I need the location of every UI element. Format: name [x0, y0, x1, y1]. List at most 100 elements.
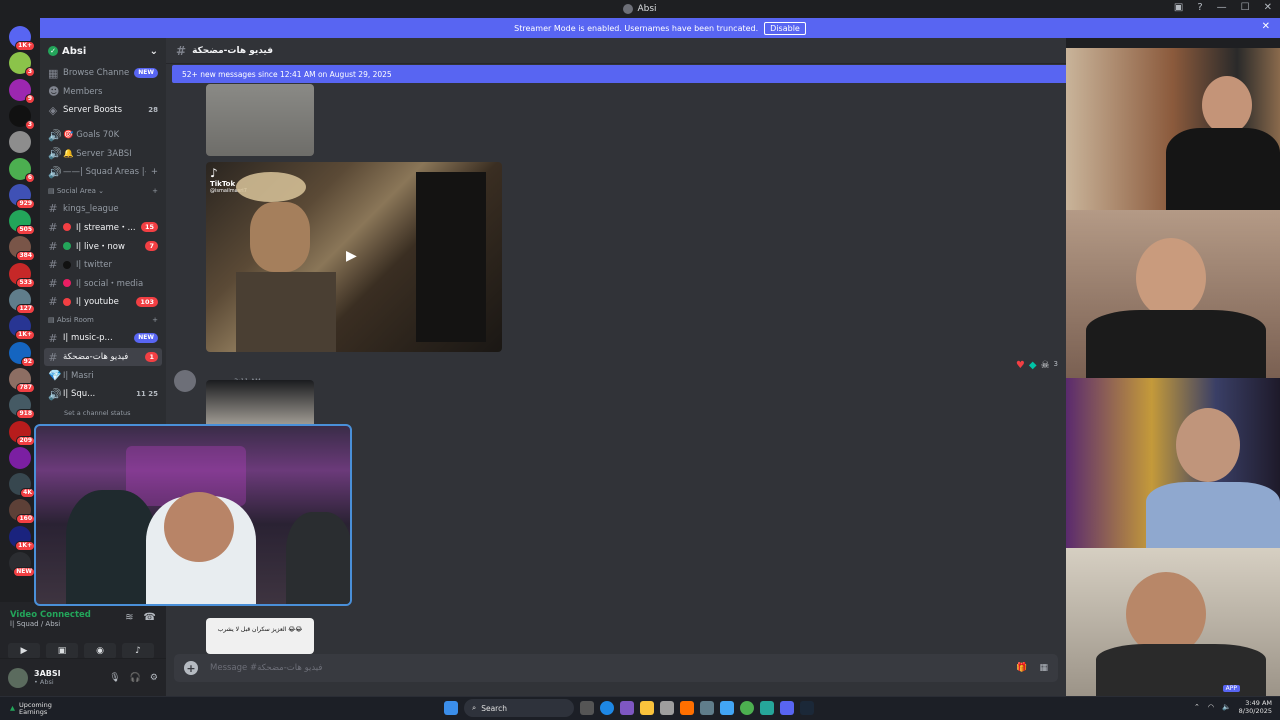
category-social-area[interactable]: ▤ Social Area ⌄ + — [40, 182, 166, 200]
server-icon[interactable]: 3 — [9, 104, 35, 130]
help-icon[interactable]: ? — [1197, 2, 1202, 13]
skull-reaction-icon[interactable]: ☠ — [1041, 360, 1050, 371]
window-controls: ▣ ? — ☐ ✕ — [1174, 2, 1272, 13]
server-icon[interactable]: 3 — [9, 52, 35, 78]
channel-item[interactable]: # ا| streame・... 15 — [40, 218, 166, 237]
discord-icon[interactable] — [780, 701, 794, 715]
settings-gear-icon[interactable]: ⚙ — [150, 673, 158, 683]
activities-button[interactable]: ◉ — [84, 643, 116, 659]
server-icon[interactable]: 1K+ — [9, 315, 35, 341]
channel-item[interactable]: # ا| youtube 103 — [40, 293, 166, 312]
minimize-icon[interactable]: — — [1217, 2, 1227, 13]
server-header[interactable]: ✓ Absi ⌄ — [40, 38, 166, 64]
server-mention-badge: NEW — [13, 567, 35, 577]
channel-funny-videos[interactable]: # فيديو هات-مضحكة 1 — [44, 347, 162, 367]
headphones-icon[interactable]: 🎧 — [130, 673, 141, 683]
channel-item[interactable]: # ا| twitter — [40, 255, 166, 274]
category-absi-room[interactable]: ▤ Absi Room + — [40, 311, 166, 329]
task-view-icon[interactable] — [580, 701, 594, 715]
server-boosts-item[interactable]: ◈ Server Boosts 28 — [40, 101, 166, 120]
start-button[interactable] — [444, 701, 458, 715]
image-attachment[interactable] — [206, 380, 314, 430]
gift-icon[interactable]: 🎁 — [1016, 663, 1027, 673]
webcam-2-face — [1136, 238, 1206, 318]
image-attachment[interactable] — [206, 84, 314, 156]
widgets-button[interactable]: ▲ Upcoming Earnings — [0, 701, 52, 716]
taskbar-search[interactable]: ⌕ Search — [464, 699, 574, 717]
noise-suppression-icon[interactable]: ≋ — [125, 612, 133, 623]
server-icon[interactable]: 918 — [9, 394, 35, 420]
server-mention-badge: 918 — [16, 409, 35, 420]
message-input[interactable]: Message #فيديو هات-مضحكة — [210, 663, 322, 673]
server-icon[interactable]: 6 — [9, 157, 35, 183]
inbox-icon[interactable]: ▣ — [1174, 2, 1183, 13]
emoji-reaction-icon[interactable]: ◆ — [1029, 360, 1037, 371]
close-banner-icon[interactable]: ✕ — [1262, 21, 1270, 32]
add-attachment-icon[interactable]: + — [184, 661, 198, 675]
server-icon[interactable]: NEW — [9, 552, 35, 577]
server-icon[interactable]: 1K+ — [9, 525, 35, 551]
server-icon[interactable]: 1K+ — [9, 26, 35, 51]
wifi-icon[interactable]: ◠ — [1208, 703, 1214, 711]
voice-channel-squad[interactable]: 🔊 ا| Squ... 11 25 — [40, 385, 166, 404]
channel-status-prompt[interactable]: Set a channel status — [40, 404, 166, 423]
chrome-icon[interactable] — [740, 701, 754, 715]
add-channel-icon[interactable]: + — [152, 316, 158, 324]
close-window-icon[interactable]: ✕ — [1264, 2, 1272, 13]
chevron-up-icon[interactable]: ⌃ — [1194, 703, 1200, 711]
add-icon[interactable]: + — [151, 167, 158, 177]
server-icon[interactable]: 209 — [9, 420, 35, 446]
message-author-avatar[interactable] — [174, 370, 196, 392]
add-channel-icon[interactable]: + — [152, 187, 158, 195]
taskbar-clock[interactable]: 3:49 AM 8/30/2025 — [1239, 699, 1272, 715]
channel-music[interactable]: # ا| music-p... NEW — [40, 329, 166, 348]
server-icon[interactable]: 127 — [9, 289, 35, 314]
voice-connection-panel: Video Connected ا| Squad / Absi ≋ ☎ ▶ ▣ … — [0, 602, 166, 659]
channel-item[interactable]: 🔊 🔔 Server 3ABSI — [40, 144, 166, 163]
app-icon[interactable] — [760, 701, 774, 715]
server-icon[interactable]: 929 — [9, 183, 35, 209]
volume-icon[interactable]: 🔈 — [1222, 703, 1231, 711]
members-item[interactable]: ☻ Members — [40, 83, 166, 102]
screen-share-button[interactable]: ▣ — [46, 643, 78, 659]
copilot-icon[interactable] — [620, 701, 634, 715]
server-icon[interactable] — [9, 131, 31, 154]
user-avatar[interactable] — [8, 667, 28, 688]
calculator-icon[interactable] — [660, 701, 674, 715]
steam-icon[interactable] — [800, 701, 814, 715]
channel-item[interactable]: # ا| live・now 7 — [40, 237, 166, 256]
message-composer[interactable]: + Message #فيديو هات-مضحكة 🎁 ▦ — [174, 654, 1058, 682]
camera-button[interactable]: ▶ — [8, 643, 40, 659]
heart-reaction-icon[interactable]: ♥ — [1016, 360, 1025, 371]
play-icon[interactable]: ▶ — [346, 248, 357, 264]
notepad-icon[interactable] — [720, 701, 734, 715]
server-icon[interactable]: 533 — [9, 262, 35, 288]
maximize-icon[interactable]: ☐ — [1241, 2, 1250, 13]
gif-icon[interactable]: ▦ — [1039, 663, 1048, 673]
server-icon[interactable]: 787 — [9, 367, 35, 393]
server-icon[interactable]: 505 — [9, 210, 35, 236]
channel-item[interactable]: 🔊 ——| Squad Areas |—... + — [40, 163, 166, 182]
channel-item[interactable]: 🔊 🎯 Goals 70K — [40, 126, 166, 145]
server-icon[interactable]: 160 — [9, 499, 35, 525]
server-icon[interactable]: 9 — [9, 78, 35, 104]
app-icon[interactable] — [680, 701, 694, 715]
app-icon[interactable] — [700, 701, 714, 715]
edge-icon[interactable] — [600, 701, 614, 715]
server-icon[interactable]: 4K — [9, 473, 35, 499]
channel-item[interactable]: # ا| social・media — [40, 274, 166, 293]
microphone-icon[interactable]: 🎙 — [109, 673, 120, 683]
disable-streamer-mode-button[interactable]: Disable — [764, 21, 806, 35]
channel-item[interactable]: # kings_league — [40, 200, 166, 219]
server-icon[interactable]: 384 — [9, 236, 35, 262]
channel-masri[interactable]: 💎 ا| Masri — [40, 366, 166, 385]
disconnect-icon[interactable]: ☎ — [144, 612, 156, 623]
server-icon[interactable]: 92 — [9, 341, 35, 367]
new-messages-bar[interactable]: 52+ new messages since 12:41 AM on Augus… — [172, 65, 1066, 83]
video-attachment[interactable]: ♪ TikTok @ismailmasri7 ▶ — [206, 162, 502, 352]
image-attachment[interactable]: العزيز سكران قبل لا يشرب 😂😂 — [206, 618, 314, 654]
soundboard-button[interactable]: ♪ — [122, 643, 154, 659]
server-icon[interactable] — [9, 446, 31, 469]
browse-channels-item[interactable]: ▦ Browse Channels NEW — [40, 64, 166, 83]
file-explorer-icon[interactable] — [640, 701, 654, 715]
